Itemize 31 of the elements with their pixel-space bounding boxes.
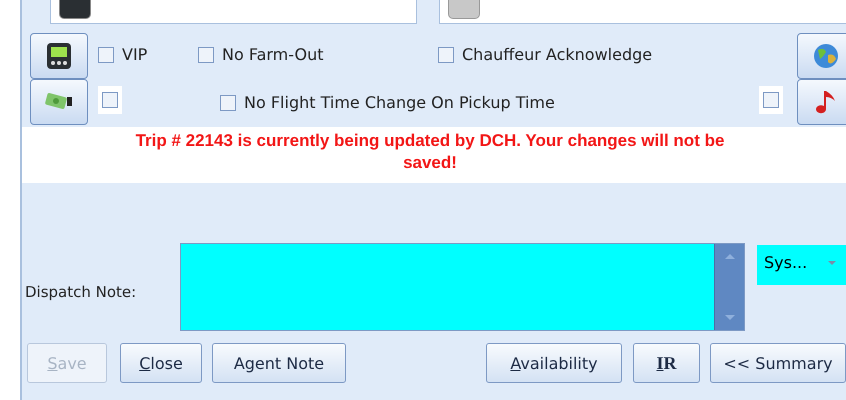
checkbox[interactable] — [763, 92, 779, 108]
scroll-up-icon — [724, 252, 736, 260]
globe-icon — [811, 41, 841, 71]
warning-message: saved! — [402, 152, 458, 174]
checkbox[interactable] — [198, 46, 214, 62]
dropdown[interactable]: Sys... — [757, 245, 846, 285]
checkbox[interactable] — [102, 92, 118, 108]
checkbox-label: VIP — [122, 45, 148, 64]
globe-button[interactable] — [797, 33, 846, 79]
warning-message: Trip # 22143 is currently being updated by DCH. Your changes will not be — [134, 130, 726, 152]
scroll-down-icon — [724, 314, 736, 322]
form-button[interactable]: Availability — [486, 343, 622, 383]
scrollbar[interactable] — [714, 244, 744, 330]
checkbox-label: Chauffeur Acknowledge — [462, 45, 652, 64]
checkbox[interactable] — [220, 94, 236, 110]
form-button[interactable]: IR — [633, 343, 700, 383]
form-button[interactable]: Agent Note — [212, 343, 346, 383]
pager-button[interactable] — [30, 33, 88, 79]
pager-icon — [44, 41, 74, 71]
form-button[interactable]: Close — [120, 343, 202, 383]
checkbox[interactable] — [98, 46, 114, 62]
checkbox-label: No Flight Time Change On Pickup Time — [244, 93, 555, 112]
checkbox[interactable] — [438, 46, 454, 62]
text-field[interactable] — [439, 0, 846, 24]
field-label: Dispatch Note: — [25, 283, 136, 301]
text-field[interactable] — [50, 0, 417, 24]
music-note-button[interactable] — [797, 79, 846, 125]
dispatch-note-field[interactable] — [180, 243, 745, 331]
form-button[interactable]: << Summary — [710, 343, 846, 383]
checkbox-label: No Farm-Out — [222, 45, 324, 64]
caret-icon — [827, 260, 838, 266]
